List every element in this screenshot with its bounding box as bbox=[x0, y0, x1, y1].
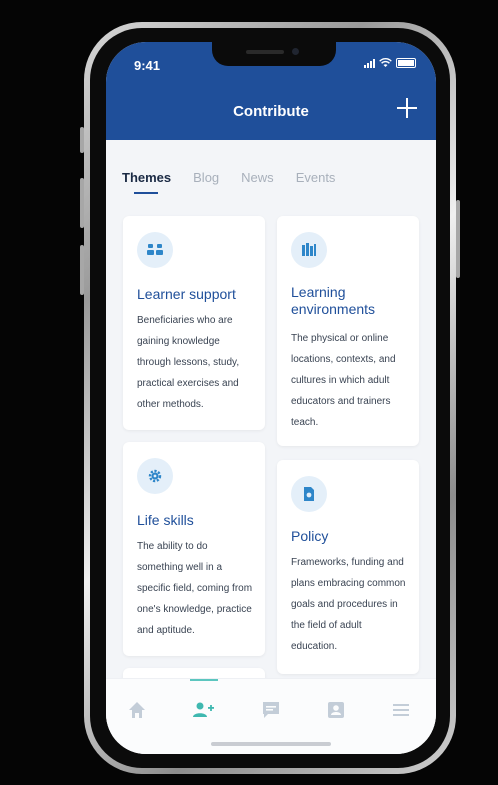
card-description: Beneficiaries who are gaining knowledge … bbox=[137, 315, 240, 410]
volume-up-button bbox=[80, 178, 84, 228]
add-user-icon[interactable] bbox=[192, 699, 214, 721]
tab-themes[interactable]: Themes bbox=[122, 170, 171, 194]
volume-down-button bbox=[80, 245, 84, 295]
card-description: The ability to do something well in a sp… bbox=[137, 541, 253, 636]
battery-icon bbox=[396, 58, 416, 68]
page-title: Contribute bbox=[233, 103, 309, 120]
plus-icon[interactable] bbox=[396, 97, 418, 119]
document-icon bbox=[291, 476, 327, 512]
notch bbox=[212, 42, 336, 66]
profile-icon[interactable] bbox=[325, 699, 347, 721]
card-title: Policy bbox=[291, 528, 329, 544]
home-icon[interactable] bbox=[126, 699, 148, 721]
theme-card-learner-support[interactable]: Learner support Beneficiaries who are ga… bbox=[123, 216, 265, 430]
tab-events[interactable]: Events bbox=[296, 170, 336, 185]
card-description: Frameworks, funding and plans embracing … bbox=[291, 557, 406, 652]
card-description: The physical or online locations, contex… bbox=[291, 333, 396, 428]
tab-bar: Themes Blog News Events bbox=[122, 170, 336, 194]
speaker bbox=[246, 50, 284, 54]
people-icon bbox=[137, 232, 173, 268]
theme-card-learning-environments[interactable]: Learning environments The physical or on… bbox=[277, 216, 419, 446]
app-header: 9:41 Contribute bbox=[106, 42, 436, 140]
tab-blog[interactable]: Blog bbox=[193, 170, 219, 185]
home-indicator bbox=[211, 742, 331, 746]
message-icon[interactable] bbox=[260, 699, 282, 721]
books-icon bbox=[291, 232, 327, 268]
theme-card-policy[interactable]: Policy Frameworks, funding and plans emb… bbox=[277, 460, 419, 674]
card-title: Learning environments bbox=[291, 284, 376, 317]
signal-icon bbox=[364, 59, 375, 68]
active-tab-indicator bbox=[190, 679, 218, 681]
card-title: Learner support bbox=[137, 286, 236, 302]
menu-icon[interactable] bbox=[390, 699, 412, 721]
tab-news[interactable]: News bbox=[241, 170, 274, 185]
app-screen: 9:41 Contribute Themes Blog News Events bbox=[106, 42, 436, 754]
wifi-icon bbox=[379, 58, 392, 67]
status-icons bbox=[364, 58, 416, 68]
gear-icon bbox=[137, 458, 173, 494]
theme-card-life-skills[interactable]: Life skills The ability to do something … bbox=[123, 442, 265, 656]
status-time: 9:41 bbox=[134, 58, 161, 73]
card-title: Life skills bbox=[137, 512, 194, 528]
silent-switch bbox=[80, 127, 84, 153]
power-button bbox=[456, 200, 460, 278]
front-camera bbox=[292, 48, 299, 55]
